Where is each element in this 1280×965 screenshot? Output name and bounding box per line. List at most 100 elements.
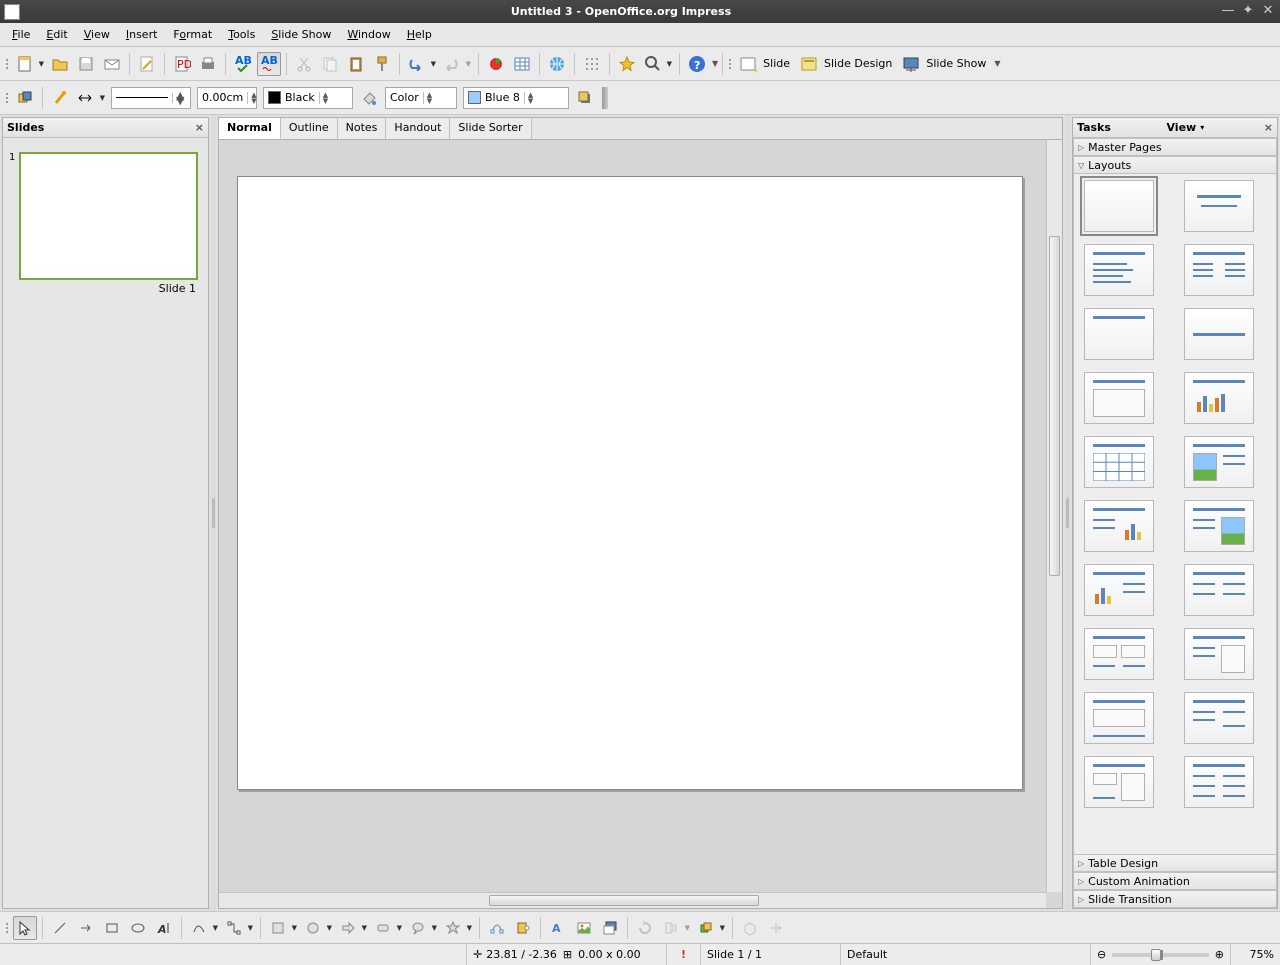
block-arrows-tool[interactable]: ▼ [336, 916, 360, 940]
splitter-left[interactable] [211, 115, 216, 911]
layout-title-image-text[interactable] [1184, 436, 1254, 488]
alignment-tool[interactable]: ▼ [659, 916, 683, 940]
section-custom-animation[interactable]: ▷Custom Animation [1073, 872, 1277, 890]
line-format-button[interactable] [48, 86, 72, 110]
autospellcheck-button[interactable]: ABC [257, 52, 281, 76]
cut-button[interactable] [292, 52, 316, 76]
slide-design-icon[interactable] [797, 52, 821, 76]
spellcheck-button[interactable]: ABC [231, 52, 255, 76]
select-tool[interactable] [13, 916, 37, 940]
layout-title-text-chart[interactable] [1084, 500, 1154, 552]
line-tool[interactable] [48, 916, 72, 940]
export-pdf-button[interactable]: PDF [170, 52, 194, 76]
menu-slideshow[interactable]: Slide Show [263, 25, 339, 44]
scroll-thumb[interactable] [489, 895, 759, 906]
layout-title-object[interactable] [1084, 372, 1154, 424]
splitter-right[interactable] [1065, 115, 1070, 911]
section-table-design[interactable]: ▷Table Design [1073, 854, 1277, 872]
from-file-tool[interactable] [572, 916, 596, 940]
gallery-tool[interactable] [598, 916, 622, 940]
flowchart-tool[interactable]: ▼ [371, 916, 395, 940]
open-button[interactable] [48, 52, 72, 76]
fill-type-combo[interactable]: Color ▲▼ [385, 87, 457, 109]
arrange-tool[interactable]: ▼ [694, 916, 718, 940]
symbol-shapes-tool[interactable]: ▼ [301, 916, 325, 940]
layout-title-text-image[interactable] [1184, 500, 1254, 552]
fontwork-tool[interactable]: A [546, 916, 570, 940]
help-button[interactable]: ? [685, 52, 709, 76]
chart-button[interactable] [484, 52, 508, 76]
new-button[interactable]: ▼ [13, 52, 37, 76]
paste-button[interactable] [344, 52, 368, 76]
copy-button[interactable] [318, 52, 342, 76]
zoom-value[interactable]: 75% [1230, 944, 1280, 965]
line-style-combo[interactable]: ▲▼ [111, 87, 191, 109]
maximize-button[interactable]: ✦ [1240, 4, 1256, 20]
extrusion-tool[interactable] [738, 916, 762, 940]
layout-title-content-bottom[interactable] [1084, 692, 1154, 744]
menu-window[interactable]: Window [339, 25, 398, 44]
layout-title[interactable] [1184, 180, 1254, 232]
tab-outline[interactable]: Outline [281, 118, 338, 139]
layouts-body[interactable] [1073, 174, 1277, 854]
redo-button[interactable]: ▼ [440, 52, 464, 76]
line-width-combo[interactable]: 0.00cm ▲▼ [197, 87, 257, 109]
menu-format[interactable]: Format [165, 25, 220, 44]
interaction-tool[interactable] [764, 916, 788, 940]
tasks-panel-close[interactable]: × [1264, 121, 1273, 134]
layout-title-only[interactable] [1084, 308, 1154, 360]
section-layouts[interactable]: ▽Layouts [1073, 156, 1277, 174]
print-button[interactable] [196, 52, 220, 76]
toolbar-end-grip[interactable] [602, 87, 608, 109]
layout-centered[interactable] [1184, 308, 1254, 360]
arrow-style-button[interactable]: ▼ [74, 86, 98, 110]
toolbar-grip[interactable] [4, 923, 10, 933]
navigator-button[interactable] [615, 52, 639, 76]
arrange-button[interactable] [13, 86, 37, 110]
canvas-area[interactable] [218, 139, 1063, 909]
email-button[interactable] [100, 52, 124, 76]
zoom-button[interactable]: ▼ [641, 52, 665, 76]
stars-tool[interactable]: ▼ [441, 916, 465, 940]
gluepoints-tool[interactable] [511, 916, 535, 940]
format-paintbrush-button[interactable] [370, 52, 394, 76]
tab-normal[interactable]: Normal [219, 118, 281, 139]
zoom-slider[interactable]: ⊖ ⊕ [1090, 944, 1230, 965]
tasks-view-menu[interactable]: View▾ [1166, 121, 1204, 134]
layout-title-chart-text[interactable] [1084, 564, 1154, 616]
close-button[interactable]: ✕ [1260, 4, 1276, 20]
menu-help[interactable]: Help [399, 25, 440, 44]
save-button[interactable] [74, 52, 98, 76]
layout-title-obj-split[interactable] [1084, 756, 1154, 808]
minimize-button[interactable]: — [1220, 4, 1236, 20]
layout-title-4blocks[interactable] [1084, 628, 1154, 680]
slide-label[interactable]: Slide [763, 57, 790, 70]
layout-title-chart[interactable] [1184, 372, 1254, 424]
ellipse-tool[interactable] [126, 916, 150, 940]
toolbar-overflow[interactable]: ▼ [712, 59, 718, 68]
zoom-out-icon[interactable]: ⊖ [1097, 948, 1106, 961]
layout-title-2text-obj[interactable] [1184, 628, 1254, 680]
area-format-button[interactable] [357, 86, 381, 110]
toolbar-overflow[interactable]: ▼ [994, 59, 1000, 68]
rectangle-tool[interactable] [100, 916, 124, 940]
tab-notes[interactable]: Notes [338, 118, 387, 139]
menu-tools[interactable]: Tools [220, 25, 263, 44]
layout-title-2content[interactable] [1184, 244, 1254, 296]
slide-canvas[interactable] [237, 176, 1023, 790]
toolbar-grip[interactable] [4, 59, 10, 69]
toolbar-grip[interactable] [4, 93, 10, 103]
fill-color-combo[interactable]: Blue 8 ▲▼ [463, 87, 569, 109]
slide-show-icon[interactable] [899, 52, 923, 76]
menu-insert[interactable]: Insert [118, 25, 166, 44]
hyperlink-button[interactable] [545, 52, 569, 76]
layout-title-table[interactable] [1084, 436, 1154, 488]
layout-title-6blocks[interactable] [1184, 756, 1254, 808]
connector-tool[interactable]: ▼ [222, 916, 246, 940]
table-button[interactable] [510, 52, 534, 76]
slides-panel-close[interactable]: × [195, 121, 204, 134]
slide-icon[interactable] [736, 52, 760, 76]
toolbar-grip[interactable] [727, 59, 733, 69]
layout-title-content[interactable] [1084, 244, 1154, 296]
section-master-pages[interactable]: ▷Master Pages [1073, 138, 1277, 156]
